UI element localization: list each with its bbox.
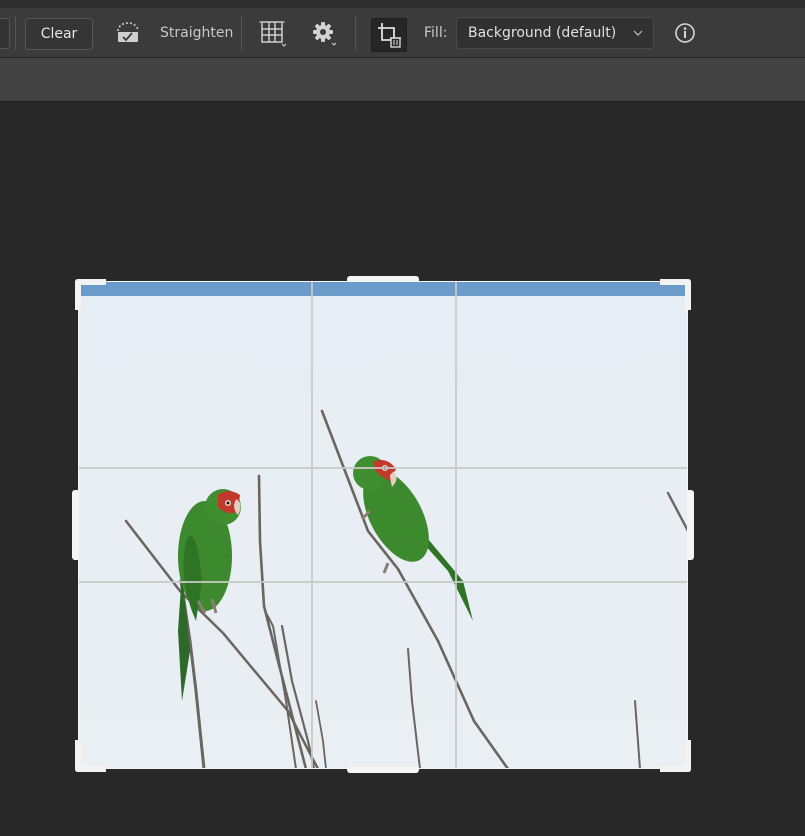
fill-select-value: Background (default) [468, 25, 617, 41]
clear-button[interactable]: Clear [25, 18, 93, 50]
crop-handle-top-left[interactable] [72, 276, 108, 312]
gear-icon[interactable] [309, 16, 339, 50]
crop-image[interactable] [78, 281, 688, 769]
crop-handle-top[interactable] [347, 276, 419, 282]
crop-handle-top-right[interactable] [658, 276, 694, 312]
previous-field[interactable] [0, 18, 10, 49]
divider [15, 16, 16, 50]
crop-handle-bottom-left[interactable] [72, 739, 108, 775]
fill-select[interactable]: Background (default) [456, 17, 654, 49]
chevron-down-icon [633, 30, 643, 36]
info-icon[interactable] [672, 16, 698, 50]
crop-handle-bottom-right[interactable] [658, 739, 694, 775]
divider [241, 16, 242, 50]
grid-overlay-icon[interactable] [256, 16, 290, 50]
straighten-label[interactable]: Straighten [160, 8, 233, 58]
crop-delete-pixels-icon[interactable] [371, 18, 407, 52]
options-bar: Clear Straighten Fill: Background (defau… [0, 0, 805, 58]
crop-handle-bottom[interactable] [347, 767, 419, 773]
document-tab-strip [0, 58, 805, 102]
crop-handle-right[interactable] [688, 490, 694, 560]
fill-label: Fill: [424, 25, 448, 41]
crop-handle-left[interactable] [72, 490, 78, 560]
divider [355, 16, 356, 50]
straighten-level-icon[interactable] [112, 16, 144, 50]
